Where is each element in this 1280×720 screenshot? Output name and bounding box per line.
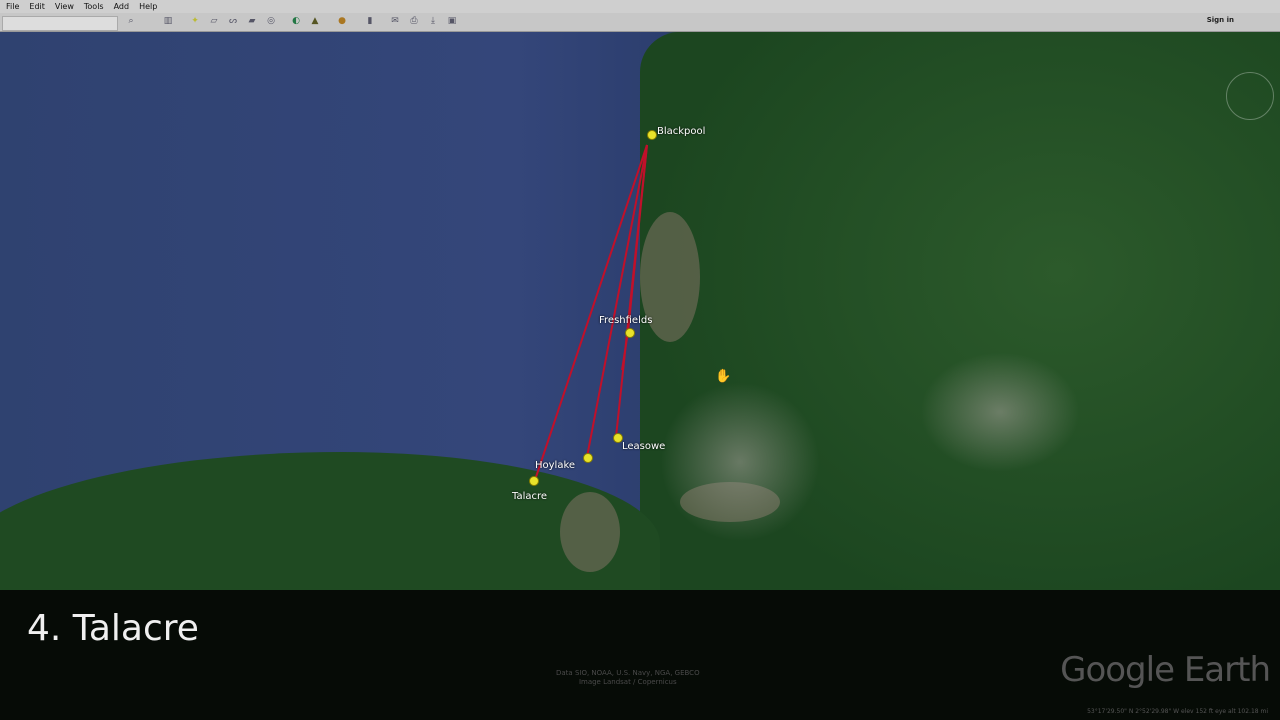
- caption-title: 4. Talacre: [27, 608, 199, 649]
- pin-talacre[interactable]: [529, 476, 539, 486]
- pin-freshfields[interactable]: [625, 328, 635, 338]
- pin-hoylake[interactable]: [583, 453, 593, 463]
- status-bar: 53°17'29.50" N 2°52'29.98" W elev 152 ft…: [1087, 708, 1268, 715]
- attribution-line: Image Landsat / Copernicus: [578, 678, 677, 686]
- attribution-line: Data SIO, NOAA, U.S. Navy, NGA, GEBCO: [556, 669, 700, 677]
- route-freshfields-leasowe: [621, 331, 629, 371]
- google-earth-logo: Google Earth: [1060, 650, 1271, 690]
- imagery-attribution: Data SIO, NOAA, U.S. Navy, NGA, GEBCO Im…: [556, 669, 700, 687]
- pin-blackpool[interactable]: [647, 130, 657, 140]
- label-hoylake[interactable]: Hoylake: [535, 460, 575, 471]
- label-blackpool[interactable]: Blackpool: [657, 126, 705, 137]
- label-freshfields[interactable]: Freshfields: [599, 315, 652, 326]
- route-blackpool-hoylake: [586, 144, 648, 458]
- label-talacre[interactable]: Talacre: [512, 491, 547, 502]
- label-leasowe[interactable]: Leasowe: [622, 441, 665, 452]
